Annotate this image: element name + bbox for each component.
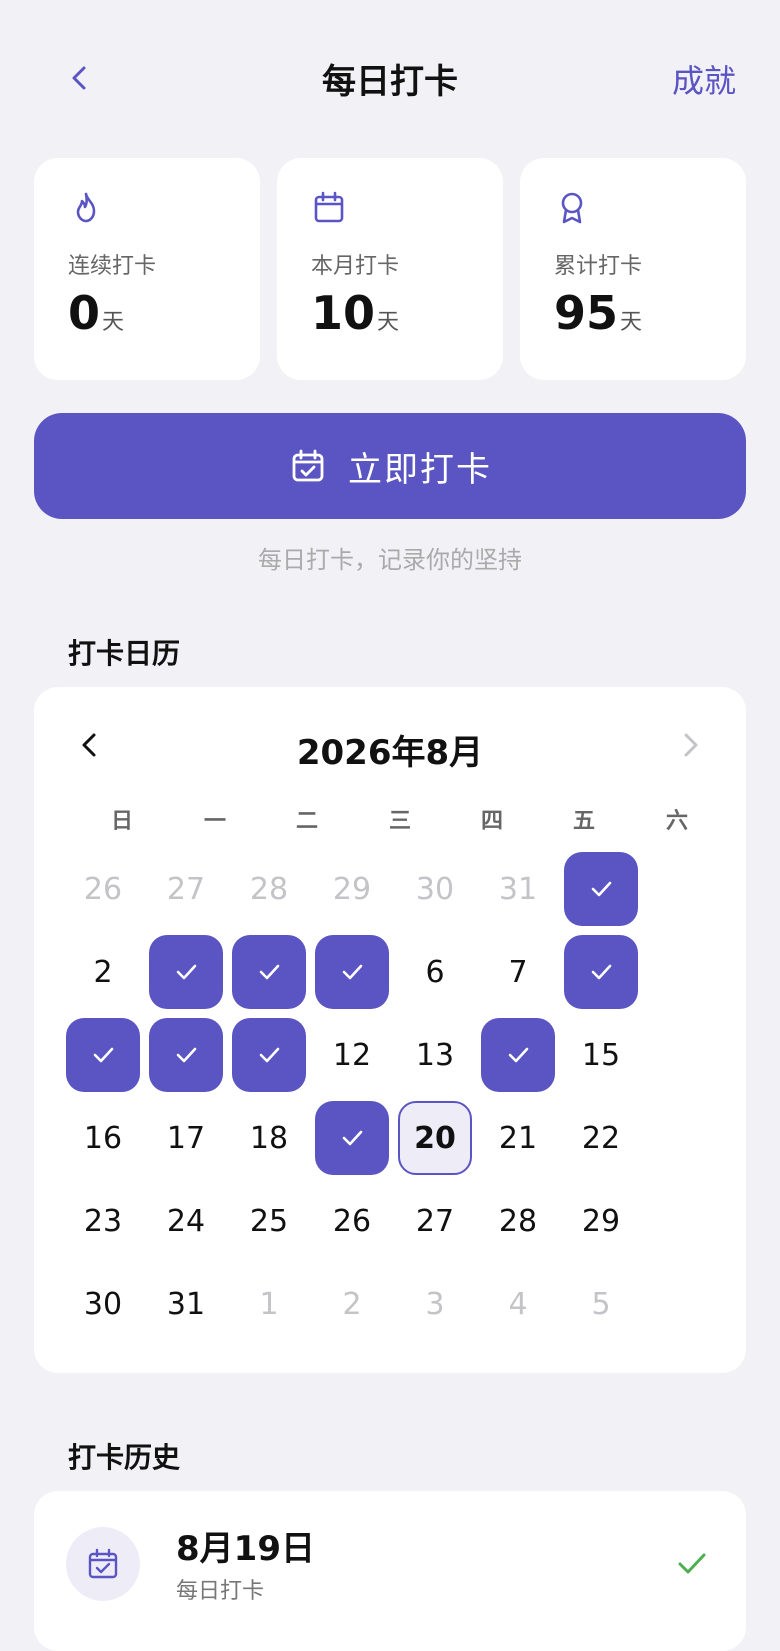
calendar-day[interactable]: 16 xyxy=(66,1101,140,1175)
calendar-day: 5 xyxy=(591,1286,611,1322)
stat-value-row: 95天 xyxy=(554,286,642,340)
calendar-day-checked[interactable] xyxy=(149,1018,223,1092)
stat-value: 95 xyxy=(554,286,619,340)
calendar-check-icon xyxy=(288,446,328,486)
stat-card-month: 本月打卡 10天 xyxy=(277,158,503,380)
check-icon xyxy=(342,1130,363,1146)
stat-label: 本月打卡 xyxy=(311,254,400,279)
page-title: 每日打卡 xyxy=(322,62,458,102)
calendar-day[interactable]: 13 xyxy=(398,1018,472,1092)
stat-label: 连续打卡 xyxy=(68,254,157,279)
calendar-day[interactable]: 29 xyxy=(564,1184,638,1258)
check-icon xyxy=(176,1047,197,1063)
weekday-label: 日 xyxy=(110,809,133,834)
check-icon xyxy=(591,964,612,980)
stat-unit: 天 xyxy=(620,310,643,335)
calendar-icon xyxy=(309,188,349,228)
calendar-day[interactable]: 21 xyxy=(481,1101,555,1175)
stat-card-streak: 连续打卡 0天 xyxy=(34,158,260,380)
check-icon xyxy=(674,1545,710,1581)
calendar-day[interactable]: 22 xyxy=(564,1101,638,1175)
calendar-day-checked[interactable] xyxy=(564,935,638,1009)
calendar-day[interactable]: 31 xyxy=(149,1267,223,1341)
calendar-card: 2026年8月 日 一 二 三 四 五 六 26 27 28 29 30 31 2 6 7 12 1… xyxy=(34,687,746,1373)
calendar-day: 2 xyxy=(342,1286,362,1322)
calendar-day[interactable]: 12 xyxy=(315,1018,389,1092)
calendar-day: 26 xyxy=(83,871,123,907)
stat-value: 0 xyxy=(68,286,101,340)
check-icon xyxy=(342,964,363,980)
calendar-day-checked[interactable] xyxy=(232,1018,306,1092)
stat-card-total: 累计打卡 95天 xyxy=(520,158,746,380)
calendar-day[interactable]: 6 xyxy=(398,935,472,1009)
stat-unit: 天 xyxy=(102,310,125,335)
calendar-day: 28 xyxy=(249,871,289,907)
check-icon xyxy=(508,1047,529,1063)
calendar-day[interactable]: 25 xyxy=(232,1184,306,1258)
header: 每日打卡 成就 xyxy=(0,0,780,160)
stat-value-row: 0天 xyxy=(68,286,124,340)
calendar-day: 30 xyxy=(415,871,455,907)
calendar-day[interactable]: 7 xyxy=(481,935,555,1009)
checkin-button[interactable]: 立即打卡 xyxy=(34,413,746,519)
award-icon xyxy=(552,188,592,228)
calendar-day: 29 xyxy=(332,871,372,907)
calendar-day[interactable]: 2 xyxy=(66,935,140,1009)
weekday-label: 三 xyxy=(388,809,411,834)
weekday-label: 一 xyxy=(203,809,226,834)
calendar-day[interactable]: 27 xyxy=(398,1184,472,1258)
calendar-day-checked[interactable] xyxy=(315,1101,389,1175)
calendar-day-today[interactable]: 20 xyxy=(398,1101,472,1175)
stat-unit: 天 xyxy=(377,310,400,335)
calendar-day: 4 xyxy=(508,1286,528,1322)
calendar-day[interactable]: 26 xyxy=(315,1184,389,1258)
calendar-day-checked[interactable] xyxy=(564,852,638,926)
calendar-month-label: 2026年8月 xyxy=(296,733,484,773)
calendar-day-checked[interactable] xyxy=(315,935,389,1009)
check-icon xyxy=(591,881,612,897)
calendar-days-grid: 26 27 28 29 30 31 2 6 7 12 13 15 16 17 18 20 21 22 23 24 25 2… xyxy=(66,852,666,1352)
calendar-day[interactable]: 24 xyxy=(149,1184,223,1258)
check-icon xyxy=(93,1047,114,1063)
weekday-label: 六 xyxy=(665,809,688,834)
calendar-day[interactable]: 18 xyxy=(232,1101,306,1175)
achievements-link[interactable]: 成就 xyxy=(672,56,736,102)
calendar-day-checked[interactable] xyxy=(232,935,306,1009)
calendar-day-checked[interactable] xyxy=(66,1018,140,1092)
history-section-title: 打卡历史 xyxy=(68,1441,181,1474)
weekday-header: 日 一 二 三 四 五 六 xyxy=(64,803,704,834)
check-icon xyxy=(259,1047,280,1063)
weekday-label: 四 xyxy=(480,809,503,834)
weekday-label: 二 xyxy=(295,809,318,834)
calendar-day: 27 xyxy=(166,871,206,907)
weekday-label: 五 xyxy=(572,809,595,834)
history-date: 8月19日 xyxy=(176,1529,315,1569)
calendar-day[interactable]: 15 xyxy=(564,1018,638,1092)
stat-value: 10 xyxy=(311,286,376,340)
calendar-section-title: 打卡日历 xyxy=(68,637,181,670)
stat-label: 累计打卡 xyxy=(554,254,643,279)
checkin-hint: 每日打卡，记录你的坚持 xyxy=(258,546,522,574)
calendar-day: 3 xyxy=(425,1286,445,1322)
stat-value-row: 10天 xyxy=(311,286,399,340)
calendar-day[interactable]: 23 xyxy=(66,1184,140,1258)
history-subtitle: 每日打卡 xyxy=(176,1579,265,1604)
next-month-button[interactable] xyxy=(672,727,708,763)
calendar-day[interactable]: 17 xyxy=(149,1101,223,1175)
flame-icon xyxy=(66,188,106,228)
calendar-day[interactable]: 30 xyxy=(66,1267,140,1341)
calendar-day: 1 xyxy=(259,1286,279,1322)
checkin-button-label: 立即打卡 xyxy=(348,449,492,490)
chevron-right-icon xyxy=(684,733,698,757)
check-icon xyxy=(259,964,280,980)
calendar-day-checked[interactable] xyxy=(149,935,223,1009)
calendar-day[interactable]: 28 xyxy=(481,1184,555,1258)
calendar-check-icon xyxy=(66,1527,140,1601)
calendar-day: 31 xyxy=(498,871,538,907)
history-item[interactable]: 8月19日 每日打卡 xyxy=(34,1491,746,1651)
calendar-day-checked[interactable] xyxy=(481,1018,555,1092)
check-icon xyxy=(176,964,197,980)
